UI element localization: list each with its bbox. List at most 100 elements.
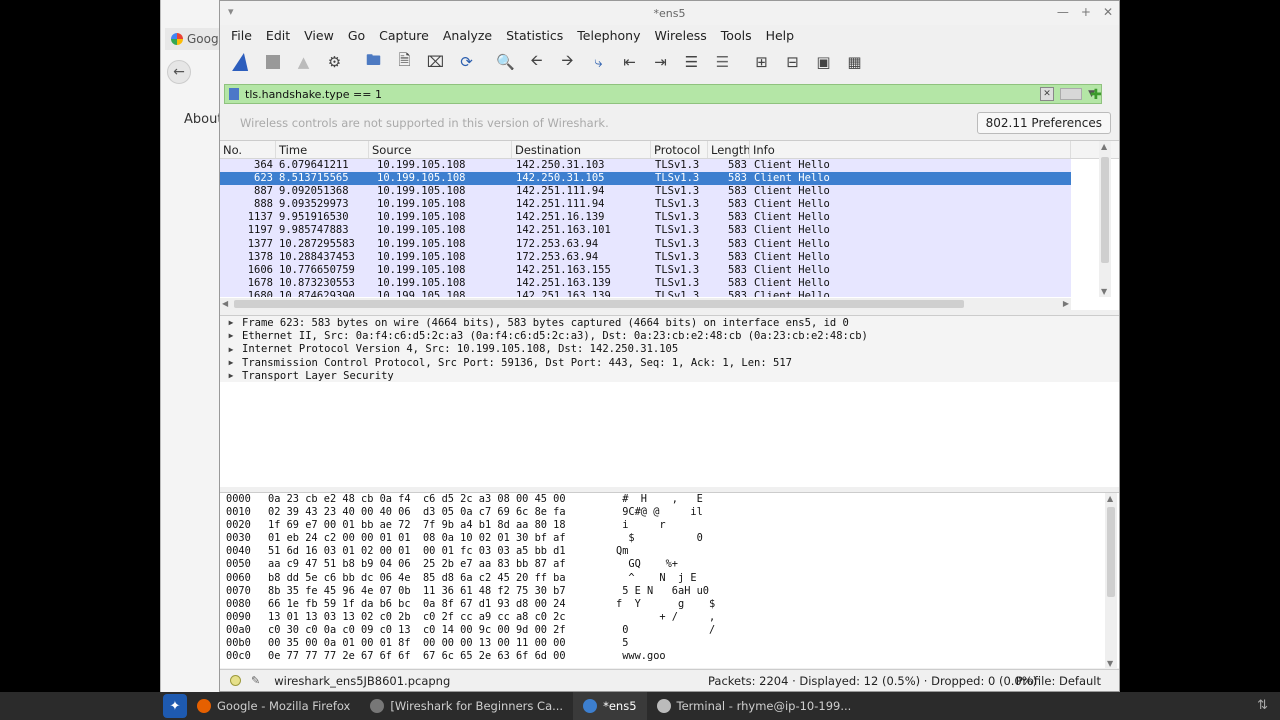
detail-tree-item[interactable]: ▶ Transmission Control Protocol, Src Port…: [220, 355, 1119, 370]
maximize-button[interactable]: +: [1081, 5, 1091, 19]
scroll-right-icon[interactable]: ▶: [1063, 299, 1069, 308]
column-header-source[interactable]: Source: [369, 141, 512, 158]
menu-go[interactable]: Go: [341, 28, 372, 43]
column-header-destination[interactable]: Destination: [512, 141, 651, 158]
expand-arrow-icon[interactable]: ▶: [220, 358, 242, 367]
menu-file[interactable]: File: [224, 28, 259, 43]
apply-filter-arrow-icon[interactable]: [1060, 88, 1083, 100]
bytes-row[interactable]: 0000 0a 23 cb e2 48 cb 0a f4 c6 d5 2c a3 …: [220, 493, 1119, 506]
bytes-row[interactable]: 0030 01 eb 24 c2 00 00 01 01 08 0a 10 02 …: [220, 532, 1119, 545]
go-forward-button[interactable]: 🡪: [552, 48, 583, 76]
bytes-row[interactable]: 00a0 c0 30 c0 0a c0 09 c0 13 c0 14 00 9c …: [220, 624, 1119, 637]
packet-row[interactable]: 1678 10.873230553 10.199.105.108 142.251.16…: [220, 276, 1071, 290]
normal-size-button[interactable]: ▣: [808, 48, 839, 76]
column-header-info[interactable]: Info: [750, 141, 1071, 158]
capture-comment-icon[interactable]: ✎: [251, 674, 260, 687]
browser-tab[interactable]: Goog: [165, 28, 221, 50]
packet-row[interactable]: 1137 9.951916530 10.199.105.108 142.251.16.…: [220, 211, 1071, 225]
find-packet-button[interactable]: 🔍: [490, 48, 521, 76]
menu-capture[interactable]: Capture: [372, 28, 436, 43]
scroll-thumb[interactable]: [1101, 157, 1109, 263]
packet-row[interactable]: 887 9.092051368 10.199.105.108 142.251.111.…: [220, 185, 1071, 199]
packet-row[interactable]: 1378 10.288437453 10.199.105.108 172.253.63…: [220, 250, 1071, 264]
column-header-time[interactable]: Time: [276, 141, 369, 158]
browser-back-button[interactable]: ←: [167, 60, 191, 84]
bytes-row[interactable]: 0010 02 39 43 23 40 00 40 06 d3 05 0a c7 …: [220, 506, 1119, 519]
menu-telephony[interactable]: Telephony: [570, 28, 647, 43]
minimize-button[interactable]: —: [1057, 5, 1069, 19]
zoom-out-button[interactable]: ⊟: [777, 48, 808, 76]
open-file-button[interactable]: 🖿: [358, 48, 389, 76]
first-packet-button[interactable]: ⇤: [614, 48, 645, 76]
scroll-left-icon[interactable]: ◀: [222, 299, 228, 308]
scroll-down-icon[interactable]: ▼: [1107, 659, 1113, 668]
bytes-row[interactable]: 0090 13 01 13 03 13 02 c0 2b c0 2f cc a9 …: [220, 611, 1119, 624]
wireless-preferences-button[interactable]: 802.11 Preferences: [976, 112, 1111, 134]
save-file-button[interactable]: 🗎: [389, 48, 420, 76]
expert-info-icon[interactable]: [230, 675, 241, 686]
column-header-protocol[interactable]: Protocol: [651, 141, 708, 158]
reload-file-button[interactable]: ⟳: [451, 48, 482, 76]
hscroll-thumb[interactable]: [234, 300, 964, 308]
bytes-row[interactable]: 0050 aa c9 47 51 b8 b9 04 06 25 2b e7 aa …: [220, 558, 1119, 571]
expand-arrow-icon[interactable]: ▶: [220, 331, 242, 340]
menu-tools[interactable]: Tools: [714, 28, 759, 43]
capture-options-button[interactable]: ⚙: [319, 48, 350, 76]
detail-tree-item[interactable]: ▶ Transport Layer Security: [220, 369, 1119, 383]
bytes-row[interactable]: 0020 1f 69 e7 00 01 bb ae 72 7f 9b a4 b1 …: [220, 519, 1119, 532]
packet-row[interactable]: 1377 10.287295583 10.199.105.108 172.253.63…: [220, 237, 1071, 251]
expand-arrow-icon[interactable]: ▶: [220, 318, 242, 327]
packet-row[interactable]: 1680 10.874629390 10.199.105.108 142.251.16…: [220, 289, 1071, 297]
start-menu-icon[interactable]: ✦: [163, 694, 187, 718]
last-packet-button[interactable]: ⇥: [645, 48, 676, 76]
detail-tree-item[interactable]: ▶ Ethernet II, Src: 0a:f4:c6:d5:2c:a3 (0a…: [220, 329, 1119, 343]
packet-row[interactable]: 888 9.093529973 10.199.105.108 142.251.111.…: [220, 198, 1071, 212]
packet-row[interactable]: 1606 10.776650759 10.199.105.108 142.251.16…: [220, 263, 1071, 277]
bytes-row[interactable]: 0070 8b 35 fe 45 96 4e 07 0b 11 36 61 48 …: [220, 585, 1119, 598]
browser-about-link[interactable]: About: [184, 112, 222, 127]
bytes-row[interactable]: 0040 51 6d 16 03 01 02 00 01 00 01 fc 03 …: [220, 545, 1119, 558]
taskbar-item[interactable]: *ens5: [573, 692, 647, 720]
column-header-length[interactable]: Length: [708, 141, 750, 158]
taskbar-item[interactable]: [Wireshark for Beginners Ca...: [360, 692, 573, 720]
column-header-no[interactable]: No.: [220, 141, 276, 158]
packet-row[interactable]: 623 8.513715565 10.199.105.108 142.250.31.1…: [220, 172, 1071, 186]
bytes-row[interactable]: 0060 b8 dd 5e c6 bb dc 06 4e 85 d8 6a c2 …: [220, 572, 1119, 585]
tray-network-icon[interactable]: ⇅: [1257, 698, 1268, 713]
autoscroll-button[interactable]: ☰: [676, 48, 707, 76]
clear-filter-icon[interactable]: ✕: [1040, 87, 1055, 101]
menu-wireless[interactable]: Wireless: [647, 28, 713, 43]
scroll-up-icon[interactable]: ▲: [1107, 494, 1113, 503]
go-to-packet-button[interactable]: ⤷: [583, 48, 614, 76]
restart-capture-button[interactable]: ▲: [288, 48, 319, 76]
packet-row[interactable]: 364 6.079641211 10.199.105.108 142.250.31.1…: [220, 159, 1071, 173]
colorize-button[interactable]: ☰: [707, 48, 738, 76]
scroll-thumb[interactable]: [1107, 507, 1115, 597]
bytes-row[interactable]: 00c0 0e 77 77 77 2e 67 6f 6f 67 6c 65 2e …: [220, 650, 1119, 663]
bytes-row[interactable]: 00b0 00 35 00 0a 01 00 01 8f 00 00 00 13 …: [220, 637, 1119, 650]
scroll-down-icon[interactable]: ▼: [1101, 287, 1107, 296]
packet-row[interactable]: 1197 9.985747883 10.199.105.108 142.251.163…: [220, 224, 1071, 238]
profile-selector[interactable]: Profile: Default: [1016, 674, 1101, 688]
menu-statistics[interactable]: Statistics: [499, 28, 570, 43]
close-button[interactable]: ✕: [1103, 5, 1113, 19]
close-file-button[interactable]: ⌧: [420, 48, 451, 76]
taskbar-item[interactable]: Terminal - rhyme@ip-10-199...: [647, 692, 862, 720]
menu-view[interactable]: View: [297, 28, 341, 43]
display-filter-input[interactable]: [245, 87, 1041, 101]
packet-list-vscrollbar[interactable]: ▲ ▼: [1099, 141, 1111, 297]
scroll-up-icon[interactable]: ▲: [1101, 142, 1107, 151]
detail-tree-item[interactable]: ▶ Internet Protocol Version 4, Src: 10.19…: [220, 342, 1119, 356]
taskbar-item[interactable]: Google - Mozilla Firefox: [187, 692, 360, 720]
menu-analyze[interactable]: Analyze: [436, 28, 499, 43]
add-filter-button-icon[interactable]: ✚: [1090, 87, 1102, 103]
stop-capture-button[interactable]: [257, 48, 288, 76]
detail-tree-item[interactable]: ▶ Frame 623: 583 bytes on wire (4664 bits…: [220, 316, 1119, 330]
packet-list-hscrollbar[interactable]: ◀ ▶: [220, 298, 1071, 310]
resize-columns-button[interactable]: ▦: [839, 48, 870, 76]
bytes-row[interactable]: 0080 66 1e fb 59 1f da b6 bc 0a 8f 67 d1 …: [220, 598, 1119, 611]
go-back-button[interactable]: 🡨: [521, 48, 552, 76]
expand-arrow-icon[interactable]: ▶: [220, 345, 242, 354]
window-menu-icon[interactable]: ▾: [228, 5, 234, 18]
menu-edit[interactable]: Edit: [259, 28, 297, 43]
